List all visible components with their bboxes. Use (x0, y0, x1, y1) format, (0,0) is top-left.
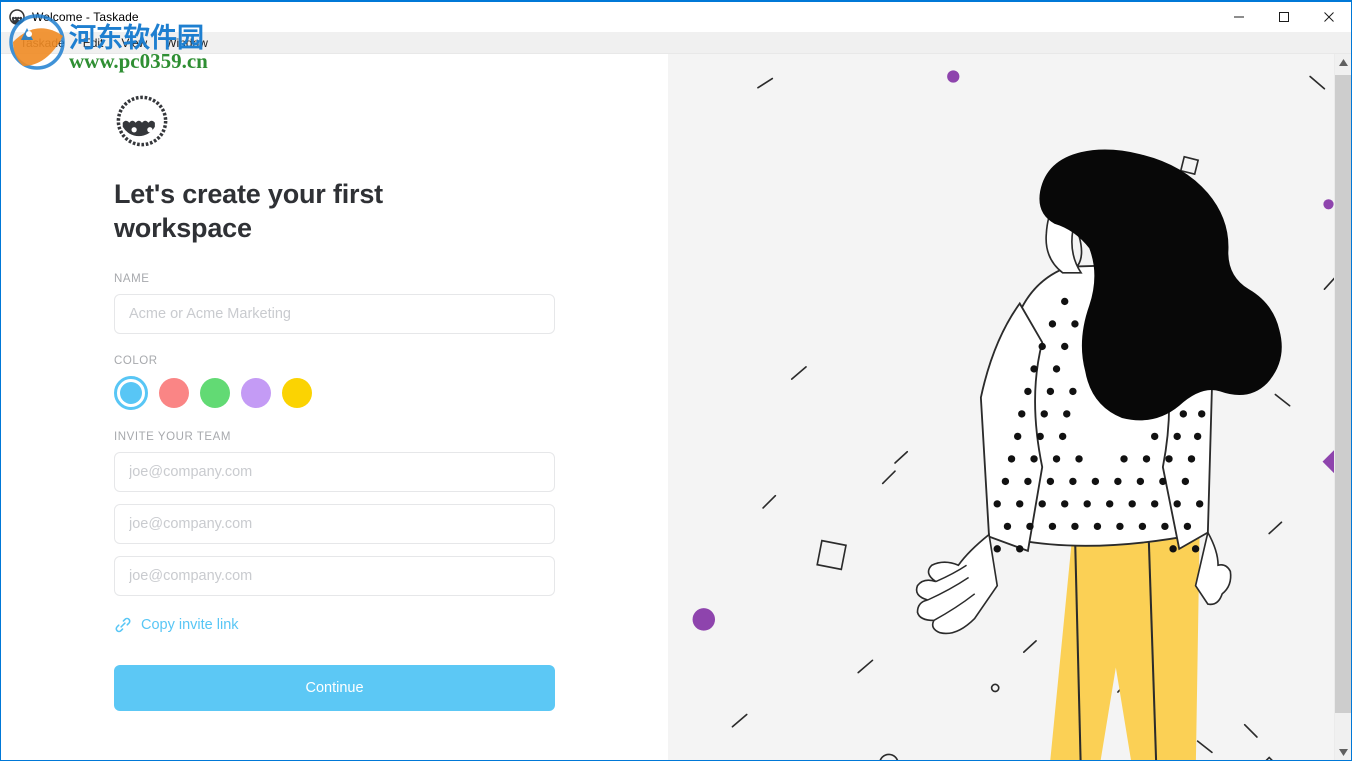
taskade-sheep-logo (114, 93, 170, 149)
continue-button[interactable]: Continue (114, 665, 555, 712)
color-swatch-salmon[interactable] (159, 378, 189, 409)
color-swatch-yellow[interactable] (282, 378, 312, 409)
maximize-button[interactable] (1261, 2, 1306, 32)
workspace-form: Let's create your first workspace NAME C… (114, 93, 559, 712)
menu-window[interactable]: Window (156, 32, 217, 54)
scrollbar-thumb[interactable] (1334, 75, 1351, 713)
color-field-group: COLOR (114, 355, 559, 411)
link-icon (114, 616, 132, 634)
close-button[interactable] (1306, 2, 1351, 32)
color-swatch-purple[interactable] (241, 378, 271, 409)
page-title: Let's create your first workspace (114, 179, 383, 244)
title-bar: Welcome - Taskade (1, 2, 1351, 32)
vertical-scrollbar[interactable] (1334, 54, 1352, 760)
content-area: Let's create your first workspace NAME C… (1, 54, 1352, 760)
menu-edit[interactable]: Edit (74, 32, 113, 54)
invite-email-input-3[interactable] (114, 556, 555, 597)
menu-taskade[interactable]: Taskade (11, 32, 74, 54)
window-controls (1216, 2, 1351, 32)
invite-email-input-1[interactable] (114, 452, 555, 493)
invite-field-label: INVITE YOUR TEAM (114, 431, 232, 444)
copy-invite-link-label: Copy invite link (141, 617, 239, 634)
name-field-label: NAME (114, 273, 150, 286)
color-swatch-green[interactable] (200, 378, 230, 409)
invite-email-input-2[interactable] (114, 504, 555, 545)
menu-view[interactable]: View (112, 32, 156, 54)
scroll-up-button[interactable] (1335, 54, 1352, 71)
invite-field-group: INVITE YOUR TEAM (114, 431, 559, 597)
color-swatch-blue-fill (120, 382, 142, 405)
scroll-down-button[interactable] (1335, 744, 1352, 760)
color-swatch-blue[interactable] (114, 376, 148, 411)
woman-illustration (668, 54, 1351, 760)
onboarding-panel: Let's create your first workspace NAME C… (1, 54, 668, 760)
illustration-panel (668, 54, 1352, 760)
copy-invite-link-button[interactable]: Copy invite link (114, 616, 559, 634)
workspace-name-input[interactable] (114, 294, 555, 335)
application-window: Welcome - Taskade Taskade Edit View Wind… (0, 0, 1352, 761)
taskade-sheep-icon (9, 9, 25, 25)
menu-bar: Taskade Edit View Window (1, 32, 1351, 54)
color-field-label: COLOR (114, 355, 158, 368)
name-field-group: NAME (114, 273, 559, 335)
color-swatch-list (114, 376, 559, 411)
scrollbar-track[interactable] (1334, 71, 1351, 744)
window-title: Welcome - Taskade (32, 10, 139, 24)
minimize-button[interactable] (1216, 2, 1261, 32)
